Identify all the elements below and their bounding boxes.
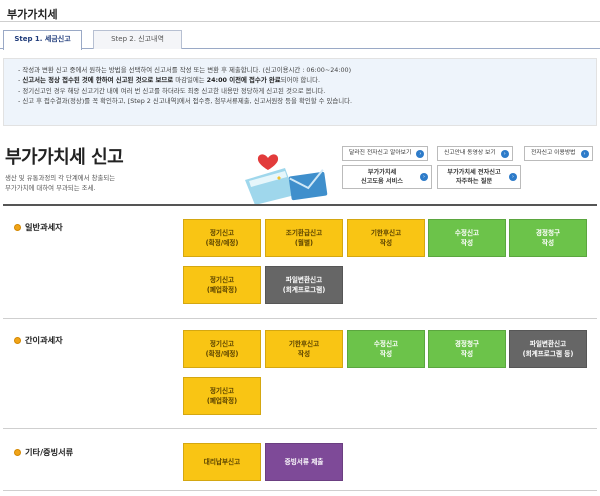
section-description: 생산 및 유통과정의 각 단계에서 창출되는 부가가치에 대하여 부과되는 조세…	[5, 174, 116, 192]
general-late-report-tile[interactable]: 기한후신고 작성	[347, 219, 425, 257]
notice-line: 신고 후 접수결과(정상)를 꼭 확인하고, [Step 2 신고내역]에서 접…	[18, 96, 596, 106]
notice-box: 작성과 변환 신고 중에서 원하는 방법을 선택하여 신고서를 작성 또는 변환…	[3, 58, 597, 126]
tab-step2-report-history[interactable]: Step 2. 신고내역	[93, 30, 182, 49]
section-divider	[3, 318, 597, 319]
section-title: 부가가치세 신고	[5, 147, 124, 168]
arrow-right-icon: ›	[500, 150, 509, 158]
arrow-right-icon: ›	[416, 150, 425, 158]
section-divider	[3, 428, 597, 429]
general-file-conversion-tile[interactable]: 파일변환신고 (회계프로그램)	[265, 266, 343, 304]
step-tabs: Step 1. 세금신고 Step 2. 신고내역	[0, 30, 600, 50]
submit-evidence-documents-tile[interactable]: 증빙서류 제출	[265, 443, 343, 481]
proxy-payment-report-tile[interactable]: 대리납부신고	[183, 443, 261, 481]
general-closure-report-tile[interactable]: 정기신고 (폐업확정)	[183, 266, 261, 304]
notice-line: 신고서는 정상 접수된 것에 한하여 신고된 것으로 보므로 마감일에는 24:…	[18, 75, 596, 85]
bullet-icon	[14, 224, 21, 231]
general-regular-report-tile[interactable]: 정기신고 (확정/예정)	[183, 219, 261, 257]
bullet-icon	[14, 449, 21, 456]
other-documents-label: 기타/증빙서류	[14, 446, 73, 458]
general-early-refund-tile[interactable]: 조기환급신고 (월별)	[265, 219, 343, 257]
general-correction-claim-tile[interactable]: 경정청구 작성	[509, 219, 587, 257]
arrow-right-icon: ›	[580, 150, 589, 158]
changed-e-filing-link[interactable]: 달라진 전자신고 알아보기 ›	[342, 146, 429, 161]
faq-button[interactable]: 부가가치세 전자신고 자주하는 질문 ›	[437, 165, 521, 189]
simple-file-conversion-tile[interactable]: 파일변환신고 (회계프로그램 등)	[509, 330, 587, 368]
tab-step1-tax-report[interactable]: Step 1. 세금신고	[3, 30, 82, 50]
how-to-use-link[interactable]: 전자신고 이용방법 ›	[524, 146, 593, 161]
simple-correction-claim-tile[interactable]: 경정청구 작성	[428, 330, 506, 368]
guide-video-link[interactable]: 신고안내 동영상 보기 ›	[437, 146, 513, 161]
bullet-icon	[14, 337, 21, 344]
section-top-rule	[3, 204, 597, 206]
arrow-right-icon: ›	[509, 173, 517, 181]
tax-report-illustration-icon	[245, 154, 328, 205]
simple-amended-report-tile[interactable]: 수정신고 작성	[347, 330, 425, 368]
notice-line: 정기신고인 경우 해당 신고기간 내에 여러 번 신고를 하더라도 최종 신고한…	[18, 86, 596, 96]
simplified-taxpayer-label: 간이과세자	[14, 334, 63, 346]
notice-line: 작성과 변환 신고 중에서 원하는 방법을 선택하여 신고서를 작성 또는 변환…	[18, 65, 596, 75]
simple-late-report-tile[interactable]: 기한후신고 작성	[265, 330, 343, 368]
simple-closure-report-tile[interactable]: 정기신고 (폐업확정)	[183, 377, 261, 415]
title-divider	[0, 21, 600, 22]
general-amended-report-tile[interactable]: 수정신고 작성	[428, 219, 506, 257]
arrow-right-icon: ›	[420, 173, 428, 181]
general-taxpayer-label: 일반과세자	[14, 221, 63, 233]
simple-regular-report-tile[interactable]: 정기신고 (확정/예정)	[183, 330, 261, 368]
page-title: 부가가치세	[7, 8, 58, 21]
section-divider	[3, 490, 597, 491]
report-help-service-button[interactable]: 부가가치세 신고도움 서비스 ›	[342, 165, 432, 189]
